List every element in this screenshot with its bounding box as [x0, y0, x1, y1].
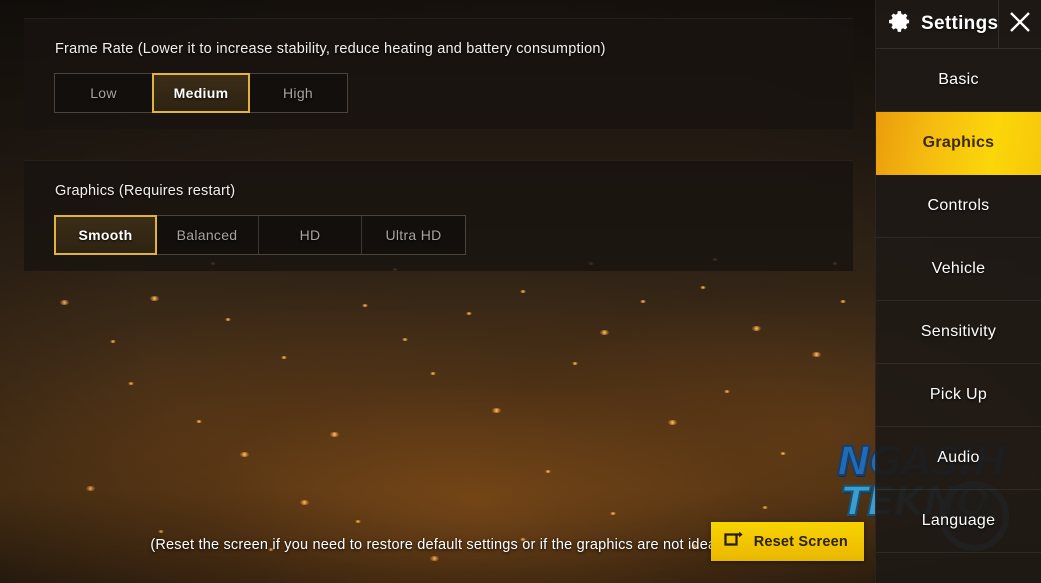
- screen-reset-icon: [723, 530, 745, 553]
- sidebar-item-label: Graphics: [922, 134, 995, 151]
- sidebar-item-label: Audio: [937, 449, 980, 466]
- option-graphics-smooth[interactable]: Smooth: [54, 215, 157, 255]
- option-frame_rate-medium[interactable]: Medium: [152, 73, 250, 113]
- sidebar-item-language[interactable]: Language: [876, 490, 1041, 553]
- sidebar-item-pick-up[interactable]: Pick Up: [876, 364, 1041, 427]
- sidebar-item-controls[interactable]: Controls: [876, 175, 1041, 238]
- sidebar-item-label: Pick Up: [929, 386, 988, 403]
- sidebar-item-label: Language: [921, 512, 996, 529]
- option-graphics-hd[interactable]: HD: [259, 216, 362, 254]
- graphics-label: Graphics (Requires restart): [55, 183, 236, 199]
- close-button[interactable]: [998, 0, 1041, 48]
- settings-title: Settings: [921, 13, 999, 34]
- graphics-segmented-control[interactable]: Smooth Balanced HD Ultra HD: [54, 215, 466, 255]
- settings-sidebar: Settings Basic Graphics Controls Vehicle Sen…: [875, 0, 1041, 583]
- option-frame_rate-low[interactable]: Low: [55, 74, 153, 112]
- option-frame_rate-high[interactable]: High: [249, 74, 347, 112]
- sidebar-item-label: Vehicle: [931, 260, 986, 277]
- sidebar-menu: Basic Graphics Controls Vehicle Sensitivity P…: [876, 49, 1041, 553]
- sidebar-item-label: Sensitivity: [920, 323, 997, 340]
- sidebar-item-graphics[interactable]: Graphics: [876, 112, 1041, 175]
- sidebar-item-vehicle[interactable]: Vehicle: [876, 238, 1041, 301]
- option-graphics-ultra-hd[interactable]: Ultra HD: [362, 216, 465, 254]
- reset-screen-label: Reset Screen: [753, 533, 848, 550]
- setting-group-graphics: Graphics (Requires restart) Smooth Balanc…: [24, 160, 853, 271]
- sidebar-item-basic[interactable]: Basic: [876, 49, 1041, 112]
- setting-group-frame-rate: Frame Rate (Lower it to increase stabili…: [24, 18, 853, 129]
- sidebar-item-sensitivity[interactable]: Sensitivity: [876, 301, 1041, 364]
- close-icon: [1007, 9, 1033, 40]
- game-settings-screen: Frame Rate (Lower it to increase stabili…: [0, 0, 1041, 583]
- sidebar-item-audio[interactable]: Audio: [876, 427, 1041, 490]
- sidebar-item-label: Basic: [938, 71, 979, 88]
- settings-title-group: Settings: [876, 9, 998, 39]
- reset-screen-button[interactable]: Reset Screen: [710, 522, 864, 561]
- frame-rate-segmented-control[interactable]: Low Medium High: [54, 73, 348, 113]
- sidebar-item-label: Controls: [927, 197, 990, 214]
- sidebar-header: Settings: [876, 0, 1041, 49]
- frame-rate-label: Frame Rate (Lower it to increase stabili…: [55, 41, 606, 57]
- gear-icon: [888, 9, 913, 39]
- option-graphics-balanced[interactable]: Balanced: [156, 216, 259, 254]
